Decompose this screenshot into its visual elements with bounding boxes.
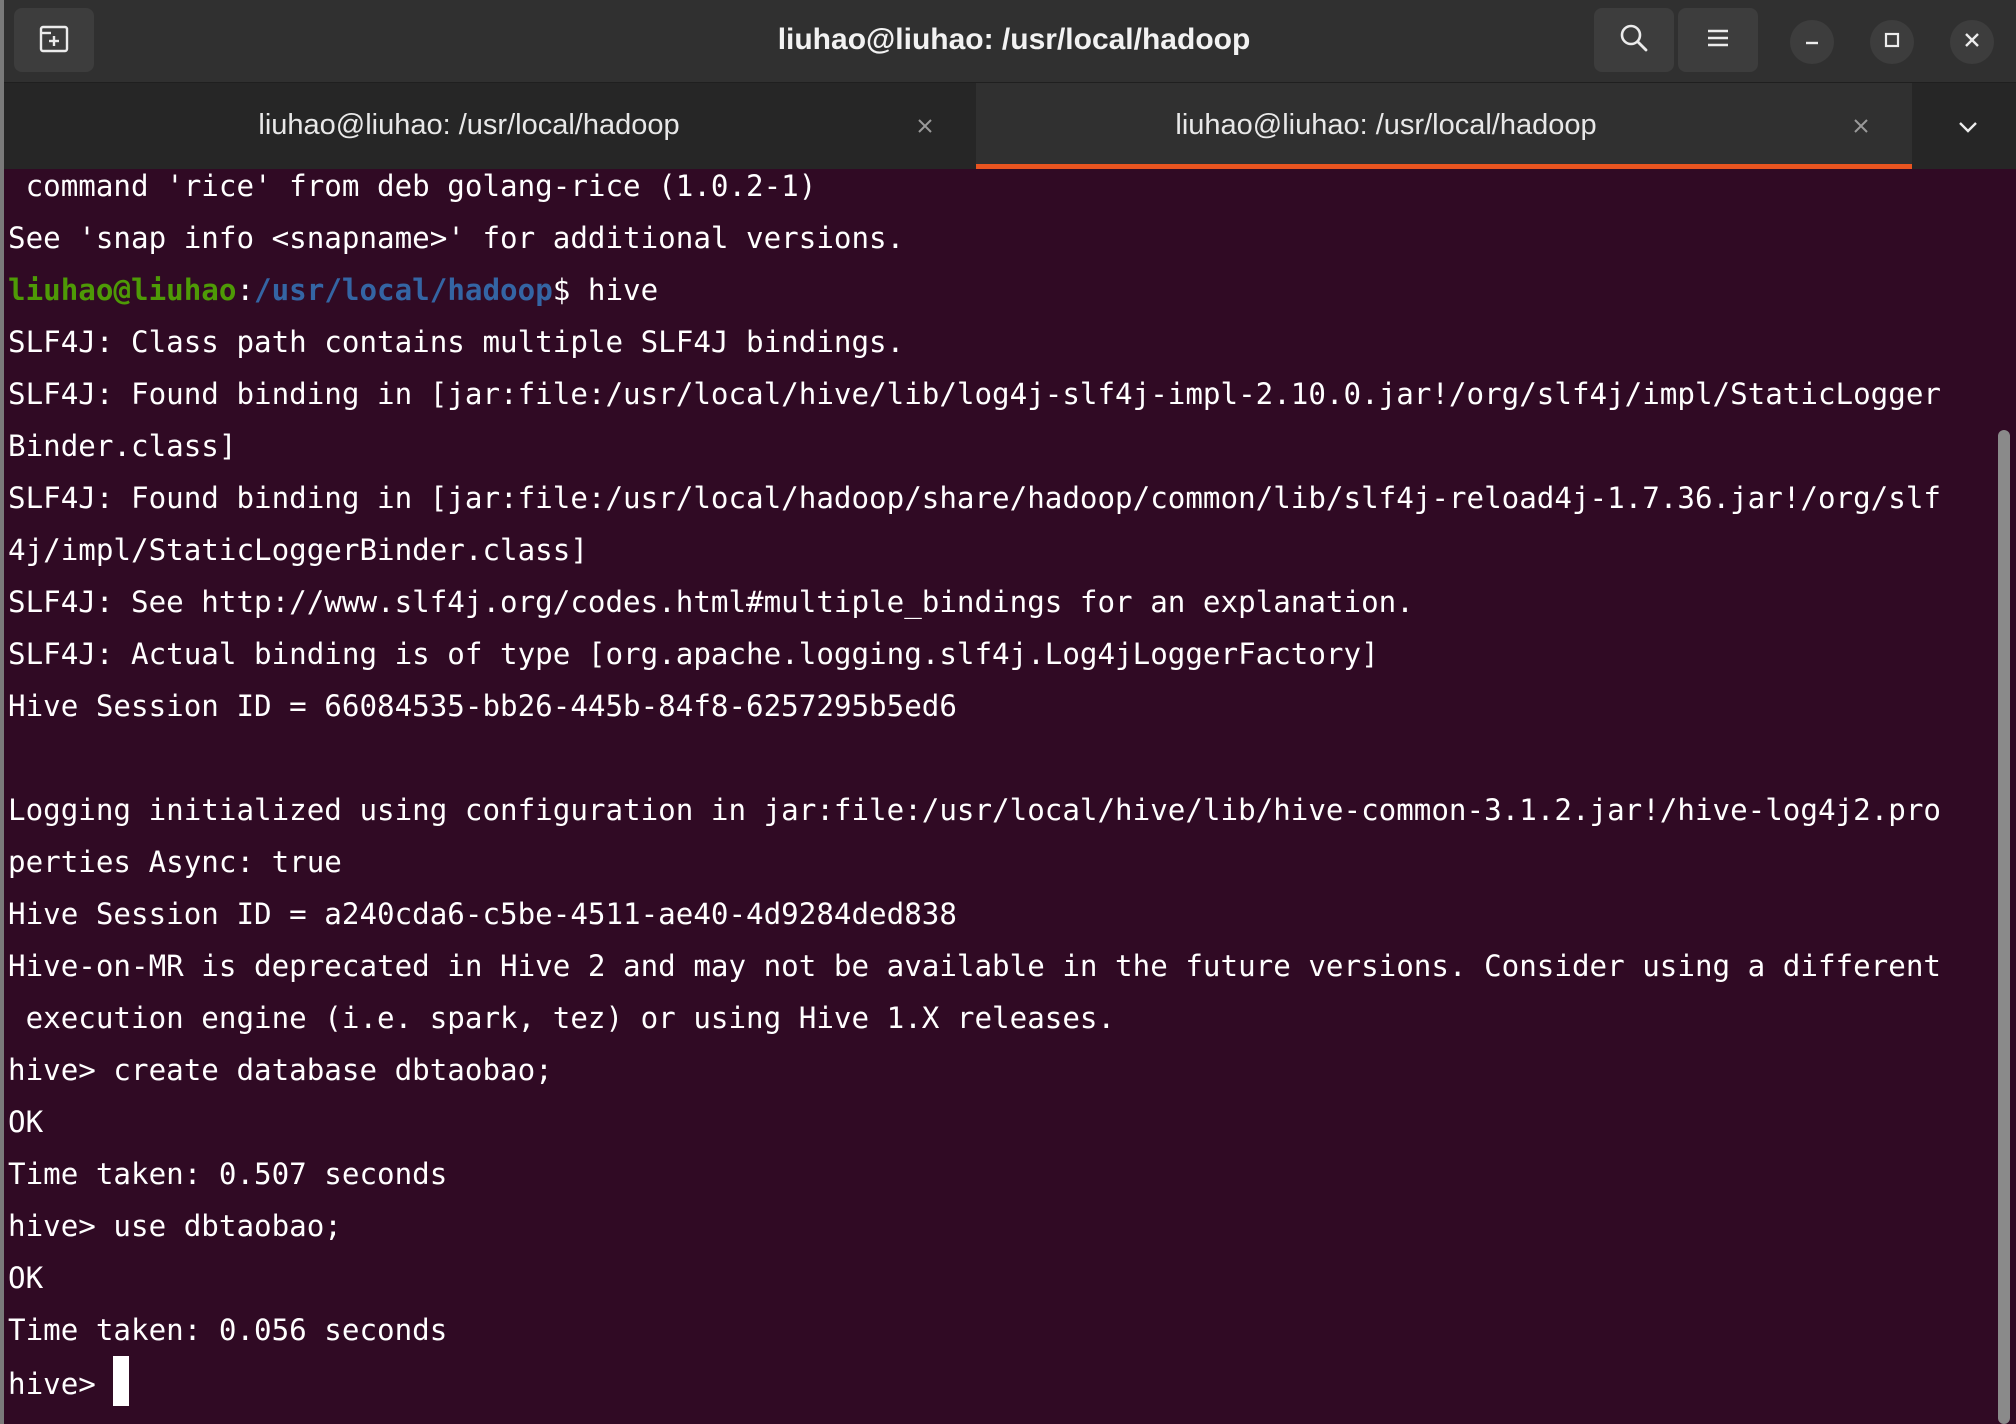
terminal-line: OK <box>8 1105 44 1139</box>
terminal-line: SLF4J: See http://www.slf4j.org/codes.ht… <box>8 585 1414 619</box>
terminal-window: liuhao@liuhao: /usr/local/hadoop liuhao@… <box>0 0 2016 1424</box>
terminal-line: See 'snap info <snapname>' for additiona… <box>8 221 905 255</box>
terminal-line: OK <box>8 1261 44 1295</box>
prompt-user-host: liuhao@liuhao <box>8 273 237 307</box>
terminal-line: 4j/impl/StaticLoggerBinder.class] <box>8 533 588 567</box>
prompt-separator: : <box>236 273 255 307</box>
tab-label: liuhao@liuhao: /usr/local/hadoop <box>1175 109 1597 141</box>
prompt-symbol: $ <box>552 273 571 307</box>
terminal-line: Binder.class] <box>8 429 237 463</box>
tab-1[interactable]: liuhao@liuhao: /usr/local/hadoop <box>24 83 954 169</box>
search-button[interactable] <box>1594 8 1674 72</box>
terminal-line: execution engine (i.e. spark, tez) or us… <box>8 1001 1116 1035</box>
terminal-line: Logging initialized using configuration … <box>8 793 1941 827</box>
prompt-command: hive <box>570 273 659 307</box>
tab-label: liuhao@liuhao: /usr/local/hadoop <box>258 109 680 141</box>
window-title: liuhao@liuhao: /usr/local/hadoop <box>777 23 1251 56</box>
hamburger-menu-icon <box>1703 23 1733 58</box>
tab-bar: liuhao@liuhao: /usr/local/hadoop liuhao@… <box>4 83 2016 169</box>
maximize-button[interactable] <box>1870 20 1914 64</box>
hive-prompt: hive> <box>8 1367 114 1401</box>
close-window-button[interactable] <box>1950 20 1994 64</box>
close-icon <box>1962 30 1982 55</box>
minimize-button[interactable] <box>1790 20 1834 64</box>
terminal-line: SLF4J: Actual binding is of type [org.ap… <box>8 637 1379 671</box>
new-tab-button[interactable] <box>14 8 94 72</box>
menu-button[interactable] <box>1678 8 1758 72</box>
terminal-line: Hive Session ID = a240cda6-c5be-4511-ae4… <box>8 897 957 931</box>
terminal-line: SLF4J: Found binding in [jar:file:/usr/l… <box>8 377 1941 411</box>
search-icon <box>1618 22 1650 59</box>
shell-prompt-line: liuhao@liuhao:/usr/local/hadoop$ hive <box>8 264 658 316</box>
text-cursor <box>113 1356 130 1406</box>
current-prompt-line[interactable]: hive> <box>8 1356 130 1408</box>
tabs-dropdown-button[interactable] <box>1948 107 1988 147</box>
header-bar: liuhao@liuhao: /usr/local/hadoop <box>4 0 2016 83</box>
terminal-output[interactable]: command 'rice' from deb golang-rice (1.0… <box>4 172 1998 1424</box>
tab-2-active[interactable]: liuhao@liuhao: /usr/local/hadoop <box>976 83 1912 169</box>
terminal-line: Hive Session ID = 66084535-bb26-445b-84f… <box>8 689 957 723</box>
terminal-line: perties Async: true <box>8 845 342 879</box>
terminal-line: Time taken: 0.056 seconds <box>8 1313 448 1347</box>
close-icon <box>1854 119 1868 133</box>
active-tab-indicator <box>976 164 1912 169</box>
prompt-path: /usr/local/hadoop <box>254 273 553 307</box>
terminal-line: command 'rice' from deb golang-rice (1.0… <box>8 172 817 203</box>
terminal-line: Time taken: 0.507 seconds <box>8 1157 448 1191</box>
terminal-line: hive> create database dbtaobao; <box>8 1053 553 1087</box>
minimize-icon <box>1802 30 1822 55</box>
terminal-line: SLF4J: Found binding in [jar:file:/usr/l… <box>8 481 1941 515</box>
terminal-line: hive> use dbtaobao; <box>8 1209 342 1243</box>
terminal-scrollbar[interactable] <box>1998 430 2010 1424</box>
terminal-line: Hive-on-MR is deprecated in Hive 2 and m… <box>8 949 1941 983</box>
close-tab-button[interactable] <box>1844 109 1878 143</box>
terminal-line: SLF4J: Class path contains multiple SLF4… <box>8 325 905 359</box>
new-tab-icon <box>37 21 71 60</box>
chevron-down-icon <box>1959 122 1977 133</box>
maximize-icon <box>1882 30 1902 55</box>
